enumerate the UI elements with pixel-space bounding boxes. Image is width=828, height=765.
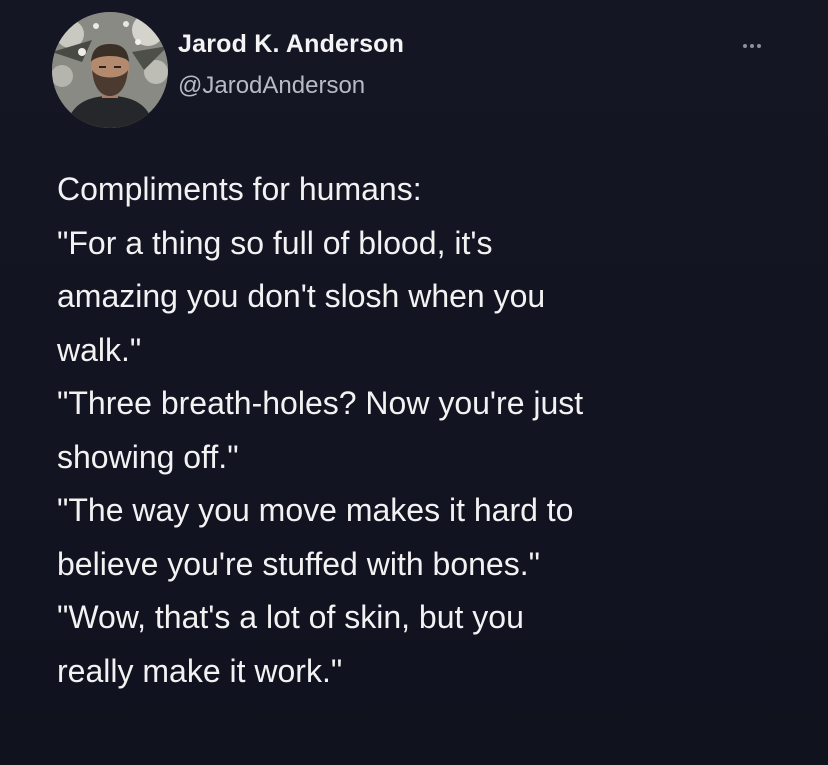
author-handle[interactable]: @JarodAnderson <box>178 72 365 100</box>
tweet-line: walk." <box>57 331 142 368</box>
author-display-name[interactable]: Jarod K. Anderson <box>178 30 404 59</box>
tweet-line: showing off." <box>57 438 239 475</box>
tweet-line: "The way you move makes it hard to <box>57 492 574 528</box>
tweet-line: believe you're stuffed with bones." <box>57 545 540 582</box>
tweet-line: "Wow, that's a lot of skin, but you <box>57 599 524 635</box>
tweet-line: amazing you don't slosh when you <box>57 278 546 314</box>
more-horizontal-icon[interactable] <box>732 32 772 60</box>
tweet-line: really make it work." <box>57 652 343 689</box>
avatar[interactable] <box>52 12 168 128</box>
tweet-text: Compliments for humans: "For a thing so … <box>57 163 797 698</box>
more-dot <box>743 44 747 48</box>
tweet-line: "Three breath-holes? Now you're just <box>57 385 584 421</box>
more-dot <box>757 44 761 48</box>
tweet-line: "For a thing so full of blood, it's <box>57 224 493 261</box>
tweet-intro: Compliments for humans: <box>57 171 422 207</box>
tweet-card: Jarod K. Anderson @JarodAnderson Complim… <box>0 0 828 765</box>
more-dot <box>750 44 754 48</box>
